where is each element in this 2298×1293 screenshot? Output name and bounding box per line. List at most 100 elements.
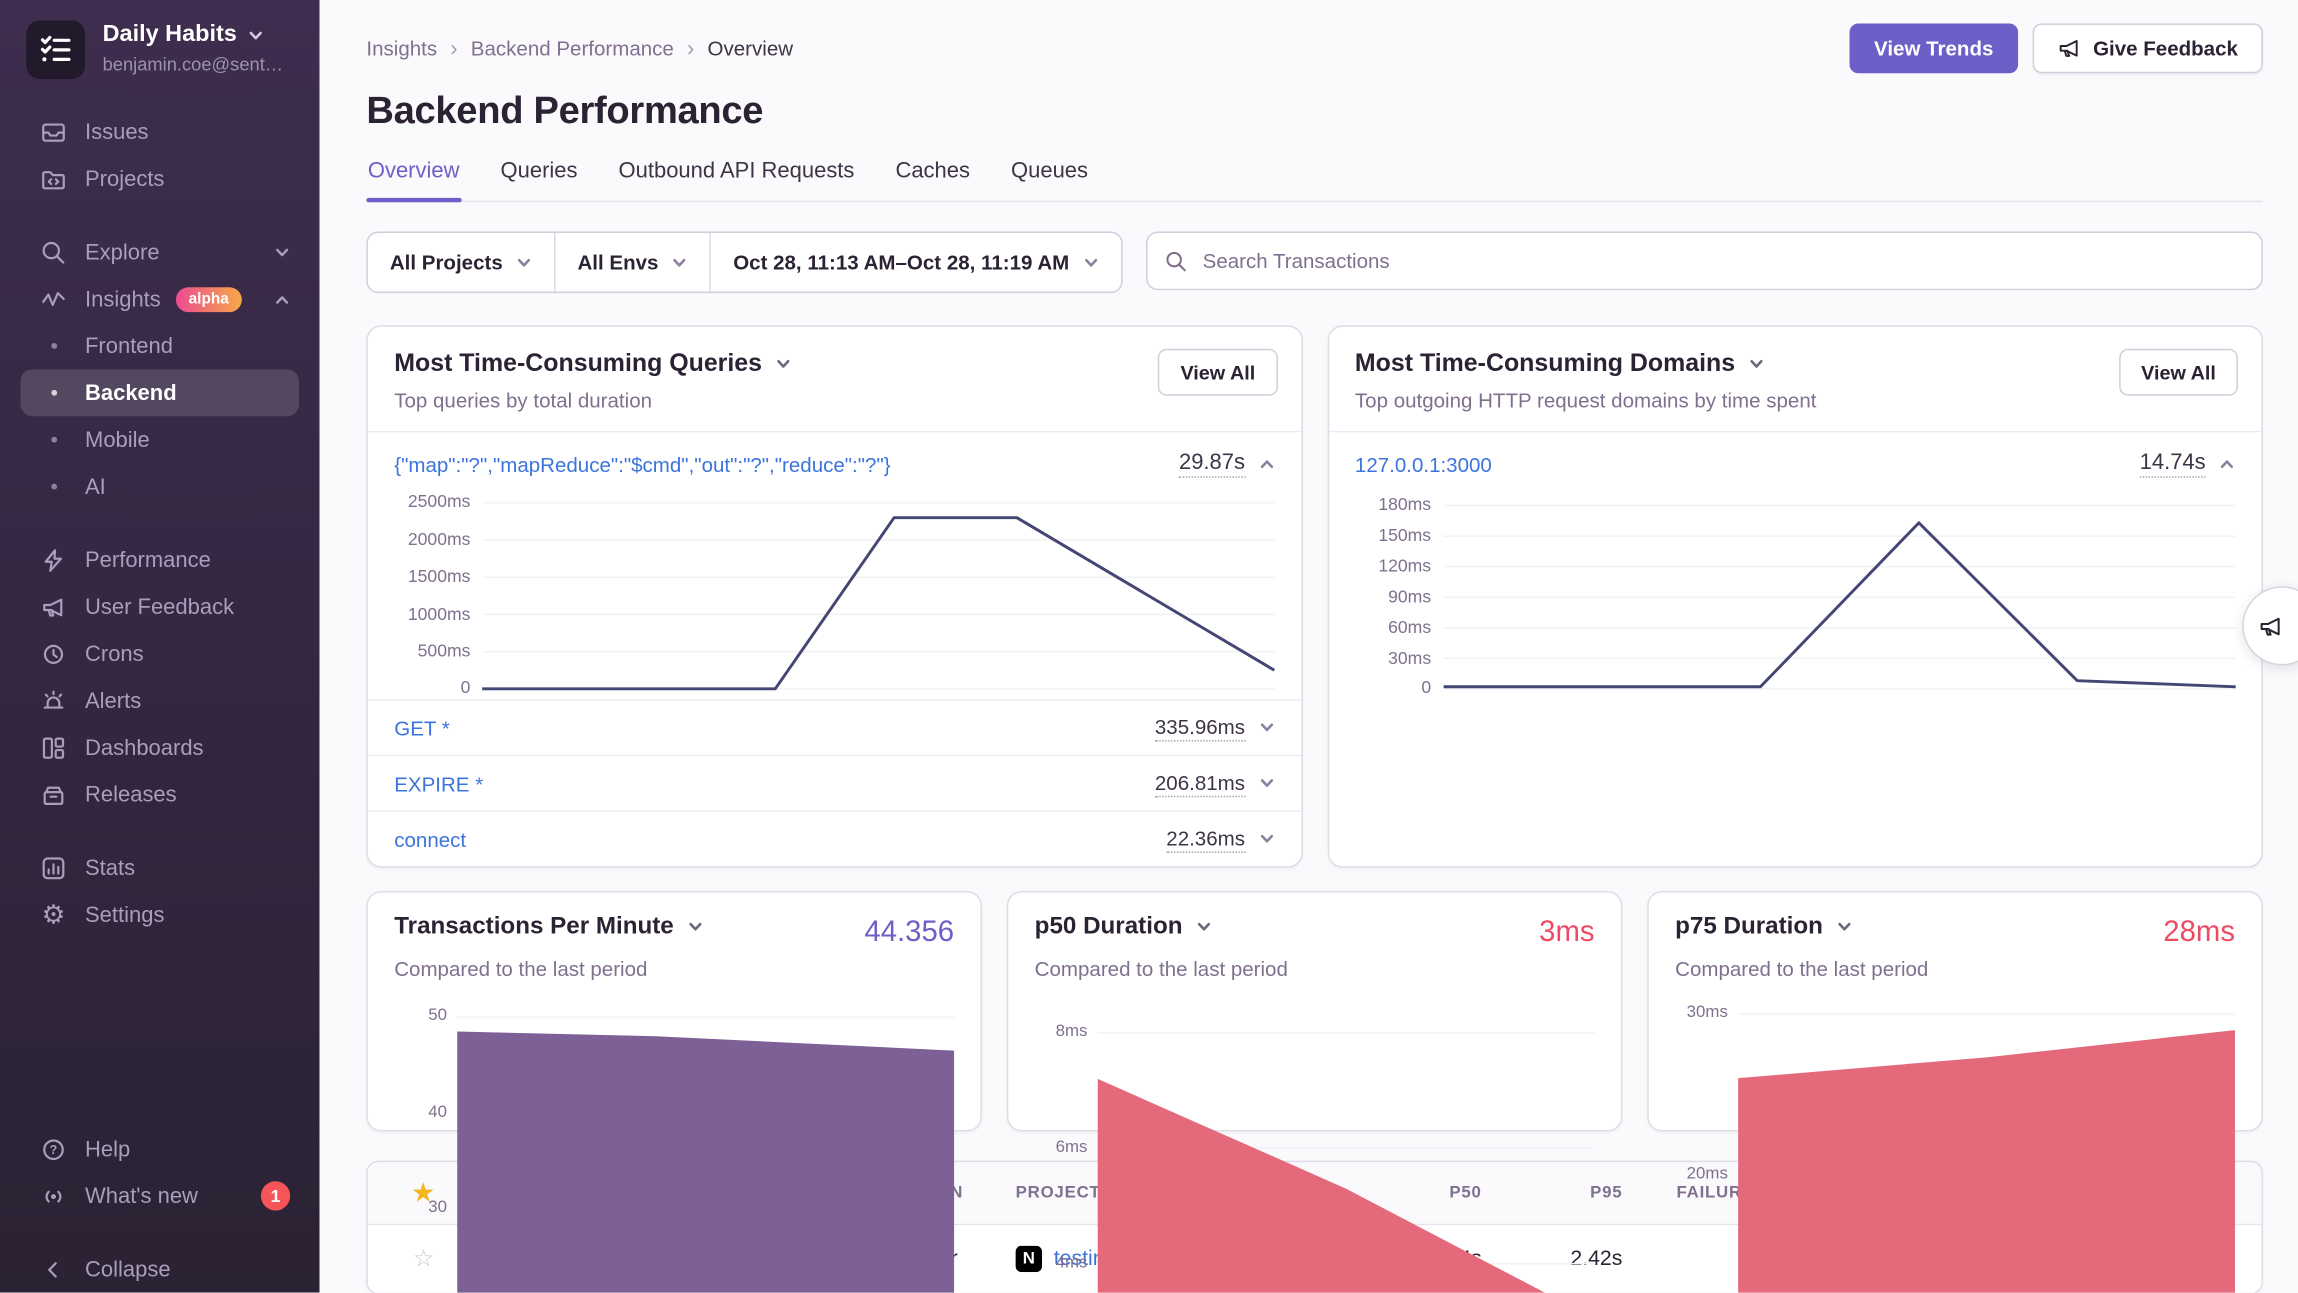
sidebar-item-label: What's new [85,1183,198,1208]
sidebar-item-explore[interactable]: Explore [21,229,299,276]
view-all-domains-button[interactable]: View All [2119,349,2238,396]
view-trends-button[interactable]: View Trends [1849,23,2018,73]
breadcrumb-overview: Overview [708,37,794,60]
metric-subtitle: Compared to the last period [394,958,954,981]
project-filter[interactable]: All Projects [368,234,554,293]
query-total-duration[interactable]: 29.87s [1179,451,1274,479]
y-axis-labels: 30ms20ms10ms0 [1675,999,1728,1293]
query-duration[interactable]: 22.36ms [1166,826,1274,852]
chevron-down-icon [1836,920,1852,936]
chevron-down-icon [1082,255,1098,271]
query-link[interactable]: {"map":"?","mapReduce":"$cmd","out":"?",… [394,453,890,476]
sidebar-item-label: Performance [85,547,211,572]
alpha-badge: alpha [175,287,242,312]
sidebar-item-help[interactable]: ? Help [21,1126,299,1173]
breadcrumb-backend-performance[interactable]: Backend Performance [471,37,674,60]
sidebar-item-alerts[interactable]: Alerts [21,677,299,724]
sidebar-item-collapse[interactable]: Collapse [21,1246,299,1293]
sidebar-item-releases[interactable]: Releases [21,771,299,818]
sidebar-item-label: Alerts [85,688,141,713]
filter-bar: All Projects All Envs Oct 28, 11:13 AM–O… [366,232,2262,294]
bullet-dot [51,390,57,396]
metric-subtitle: Compared to the last period [1675,958,2235,981]
daterange-filter[interactable]: Oct 28, 11:13 AM–Oct 28, 11:19 AM [710,234,1121,293]
tab-outbound-api-requests[interactable]: Outbound API Requests [617,159,856,202]
query-duration[interactable]: 335.96ms [1155,715,1274,741]
breadcrumb-insights[interactable]: Insights [366,37,437,60]
tab-queries[interactable]: Queries [499,159,579,202]
p75-duration-card: p75 Duration 28ms Compared to the last p… [1647,892,2263,1132]
environment-filter[interactable]: All Envs [554,234,710,293]
metric-title-dropdown[interactable]: p50 Duration [1035,914,1212,942]
chevron-down-icon [516,255,532,271]
sidebar-item-dashboards[interactable]: Dashboards [21,724,299,771]
tab-bar: Overview Queries Outbound API Requests C… [366,159,2262,203]
panel-title: Most Time-Consuming Queries [394,349,762,378]
bullet-dot [51,484,57,490]
sidebar-item-insights[interactable]: Insights alpha [21,276,299,323]
sidebar-item-user-feedback[interactable]: User Feedback [21,583,299,630]
query-duration[interactable]: 206.81ms [1155,771,1274,797]
query-link[interactable]: GET * [394,717,450,740]
sidebar-item-frontend[interactable]: Frontend [21,322,299,369]
query-link[interactable]: connect [394,828,466,851]
tab-overview[interactable]: Overview [366,159,461,202]
tab-queues[interactable]: Queues [1010,159,1090,202]
sidebar-item-label: Explore [85,240,160,265]
give-feedback-button[interactable]: Give Feedback [2033,23,2263,73]
metric-value: 28ms [2163,917,2235,951]
breadcrumb-separator: › [687,36,694,61]
view-all-queries-button[interactable]: View All [1158,349,1277,396]
app-window: Daily Habits benjamin.coe@sent… Issues P… [0,0,2298,1293]
query-series-row: {"map":"?","mapReduce":"$cmd","out":"?",… [368,433,1301,478]
metric-title-dropdown[interactable]: Transactions Per Minute [394,914,703,942]
queries-chart: 2500ms2000ms1500ms1000ms500ms0 [368,478,1301,698]
dashboard-grid-icon [41,735,66,760]
domain-series-row: 127.0.0.1:3000 14.74s [1329,433,2262,478]
query-link[interactable]: EXPIRE * [394,772,483,795]
sidebar-item-backend[interactable]: Backend [21,369,299,416]
sidebar-item-label: Settings [85,902,164,927]
sidebar-item-performance[interactable]: Performance [21,536,299,583]
domain-total-duration[interactable]: 14.74s [2140,451,2235,479]
megaphone-icon [41,594,66,619]
chevron-down-icon [672,255,688,271]
p75-chart: 30ms20ms10ms0 [1675,999,2235,1293]
sidebar-item-ai[interactable]: AI [21,463,299,510]
chevron-down-icon[interactable] [1258,720,1274,736]
chevron-down-icon[interactable] [775,356,791,372]
chevron-down-icon[interactable] [1258,776,1274,792]
chevron-down-icon[interactable] [1258,832,1274,848]
sidebar-item-label: Frontend [85,333,173,358]
sidebar-item-mobile[interactable]: Mobile [21,416,299,463]
sidebar-item-crons[interactable]: Crons [21,630,299,677]
sidebar-item-projects[interactable]: Projects [21,155,299,202]
transactions-per-minute-card: Transactions Per Minute 44.356 Compared … [366,892,982,1132]
siren-icon [41,688,66,713]
sidebar-item-issues[interactable]: Issues [21,108,299,155]
chevron-up-icon[interactable] [1258,456,1274,472]
tab-caches[interactable]: Caches [894,159,971,202]
sidebar-item-whats-new[interactable]: What's new 1 [21,1172,299,1219]
sidebar-item-settings[interactable]: ⚙ Settings [21,891,299,938]
metric-title-dropdown[interactable]: p75 Duration [1675,914,1852,942]
search-box [1145,232,2262,291]
help-icon: ? [41,1137,66,1162]
domain-link[interactable]: 127.0.0.1:3000 [1355,453,1492,476]
sidebar-item-label: User Feedback [85,594,234,619]
chevron-down-icon[interactable] [1748,356,1764,372]
search-input[interactable] [1200,248,2244,274]
metric-value: 44.356 [864,917,954,951]
chevron-up-icon[interactable] [2219,456,2235,472]
topbar: Insights › Backend Performance › Overvie… [366,23,2262,73]
area-chart [1098,999,1595,1293]
org-name: Daily Habits [103,21,237,50]
most-time-consuming-domains-panel: Most Time-Consuming Domains Top outgoing… [1327,326,2263,868]
org-switcher[interactable]: Daily Habits benjamin.coe@sent… [0,0,319,79]
sidebar-item-stats[interactable]: Stats [21,844,299,891]
query-row: GET * 335.96ms [368,700,1301,756]
sidebar-item-label: Crons [85,641,144,666]
sidebar-item-label: AI [85,474,106,499]
sidebar: Daily Habits benjamin.coe@sent… Issues P… [0,0,319,1293]
folder-code-icon [41,166,66,191]
